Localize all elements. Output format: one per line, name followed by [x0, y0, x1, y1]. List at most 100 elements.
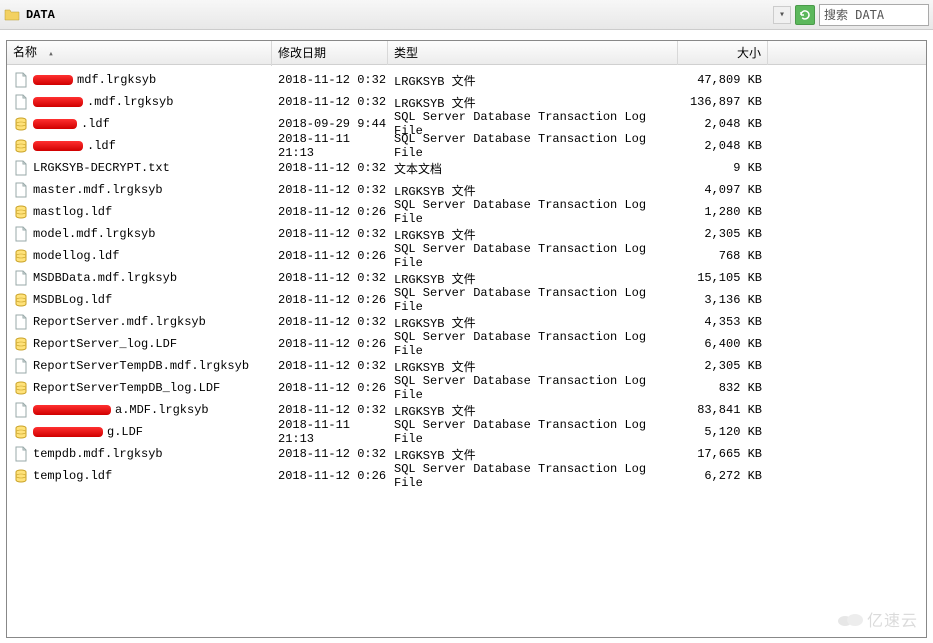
header-name[interactable]: 名称 ▴: [7, 40, 272, 66]
cell-date: 2018-09-29 9:44: [272, 117, 388, 131]
file-icon: [13, 314, 29, 330]
filename-text: .ldf: [81, 117, 110, 131]
cell-date: 2018-11-12 0:26: [272, 337, 388, 351]
cell-filename: ReportServerTempDB_log.LDF: [7, 380, 272, 396]
table-row[interactable]: modellog.ldf2018-11-12 0:26SQL Server Da…: [7, 245, 926, 267]
header-type[interactable]: 类型: [388, 41, 678, 65]
database-icon: [13, 292, 29, 308]
cell-date: 2018-11-12 0:32: [272, 95, 388, 109]
cell-date: 2018-11-12 0:32: [272, 161, 388, 175]
database-icon: [13, 468, 29, 484]
cell-date: 2018-11-12 0:32: [272, 183, 388, 197]
cell-date: 2018-11-12 0:26: [272, 249, 388, 263]
filename-text: .mdf.lrgksyb: [87, 95, 173, 109]
cell-filename: MSDBLog.ldf: [7, 292, 272, 308]
cell-size: 4,353 KB: [678, 315, 768, 329]
file-icon: [13, 182, 29, 198]
cell-size: 1,280 KB: [678, 205, 768, 219]
table-row[interactable]: mdf.lrgksyb2018-11-12 0:32LRGKSYB 文件47,8…: [7, 69, 926, 91]
cell-filename: mdf.lrgksyb: [7, 72, 272, 88]
folder-icon: [4, 7, 20, 23]
cell-type: SQL Server Database Transaction Log File: [388, 462, 678, 490]
file-icon: [13, 358, 29, 374]
table-row[interactable]: LRGKSYB-DECRYPT.txt2018-11-12 0:32文本文档9 …: [7, 157, 926, 179]
cell-filename: modellog.ldf: [7, 248, 272, 264]
filename-text: master.mdf.lrgksyb: [33, 183, 163, 197]
header-date[interactable]: 修改日期: [272, 41, 388, 65]
cell-date: 2018-11-11 21:13: [272, 418, 388, 446]
search-input[interactable]: 搜索 DATA: [819, 4, 929, 26]
cell-type: SQL Server Database Transaction Log File: [388, 132, 678, 160]
cell-size: 2,048 KB: [678, 117, 768, 131]
cell-type: SQL Server Database Transaction Log File: [388, 242, 678, 270]
cell-date: 2018-11-12 0:26: [272, 381, 388, 395]
table-row[interactable]: ReportServerTempDB_log.LDF 2018-11-12 0:2…: [7, 377, 926, 399]
filename-text: ReportServer.mdf.lrgksyb: [33, 315, 206, 329]
path-label: DATA: [24, 8, 55, 22]
cell-filename: MSDBData.mdf.lrgksyb: [7, 270, 272, 286]
table-row[interactable]: mastlog.ldf2018-11-12 0:26SQL Server Dat…: [7, 201, 926, 223]
filename-text: ReportServerTempDB_log.LDF: [33, 381, 220, 395]
cell-type: LRGKSYB 文件: [388, 314, 678, 331]
database-icon: [13, 380, 29, 396]
cell-size: 6,400 KB: [678, 337, 768, 351]
header-size[interactable]: 大小: [678, 41, 768, 65]
file-icon: [13, 402, 29, 418]
table-row[interactable]: templog.ldf 2018-11-12 0:26SQL Server Dat…: [7, 465, 926, 487]
cell-type: SQL Server Database Transaction Log File: [388, 374, 678, 402]
filename-text: a.MDF.lrgksyb: [115, 403, 209, 417]
table-row[interactable]: g.LDF2018-11-11 21:13SQL Server Database…: [7, 421, 926, 443]
redacted-text: [33, 75, 73, 85]
cell-filename: g.LDF: [7, 424, 272, 440]
cell-filename: ReportServer_log.LDF: [7, 336, 272, 352]
filename-text: templog.ldf: [33, 469, 112, 483]
cell-filename: .ldf: [7, 138, 272, 154]
redacted-text: [33, 141, 83, 151]
cell-date: 2018-11-12 0:32: [272, 359, 388, 373]
cell-size: 2,305 KB: [678, 227, 768, 241]
table-row[interactable]: .ldf2018-11-11 21:13SQL Server Database …: [7, 135, 926, 157]
cell-size: 832 KB: [678, 381, 768, 395]
redacted-text: [33, 119, 77, 129]
cell-filename: model.mdf.lrgksyb: [7, 226, 272, 242]
cell-filename: a.MDF.lrgksyb: [7, 402, 272, 418]
cell-date: 2018-11-12 0:26: [272, 469, 388, 483]
filename-text: tempdb.mdf.lrgksyb: [33, 447, 163, 461]
file-pane: 名称 ▴ 修改日期 类型 大小 mdf.lrgksyb2018-11-12 0:…: [6, 40, 927, 638]
cell-type: SQL Server Database Transaction Log File: [388, 286, 678, 314]
column-headers: 名称 ▴ 修改日期 类型 大小: [7, 41, 926, 65]
file-icon: [13, 160, 29, 176]
refresh-button[interactable]: [795, 5, 815, 25]
cell-size: 6,272 KB: [678, 469, 768, 483]
redacted-text: [33, 97, 83, 107]
cell-type: 文本文档: [388, 160, 678, 177]
table-row[interactable]: ReportServer_log.LDF2018-11-12 0:26SQL S…: [7, 333, 926, 355]
filename-text: LRGKSYB-DECRYPT.txt: [33, 161, 170, 175]
database-icon: [13, 424, 29, 440]
cell-date: 2018-11-12 0:32: [272, 227, 388, 241]
cell-filename: master.mdf.lrgksyb: [7, 182, 272, 198]
watermark: 亿速云: [835, 607, 918, 631]
cell-size: 83,841 KB: [678, 403, 768, 417]
search-placeholder: 搜索 DATA: [824, 6, 884, 23]
filename-text: ReportServerTempDB.mdf.lrgksyb: [33, 359, 249, 373]
cell-date: 2018-11-12 0:26: [272, 205, 388, 219]
cell-filename: LRGKSYB-DECRYPT.txt: [7, 160, 272, 176]
file-icon: [13, 94, 29, 110]
cell-size: 768 KB: [678, 249, 768, 263]
cell-size: 3,136 KB: [678, 293, 768, 307]
dropdown-button[interactable]: ▾: [773, 6, 791, 24]
cell-type: SQL Server Database Transaction Log File: [388, 198, 678, 226]
cell-size: 47,809 KB: [678, 73, 768, 87]
cell-date: 2018-11-12 0:26: [272, 293, 388, 307]
table-row[interactable]: MSDBLog.ldf 2018-11-12 0:26SQL Server Dat…: [7, 289, 926, 311]
cell-type: LRGKSYB 文件: [388, 402, 678, 419]
cell-size: 17,665 KB: [678, 447, 768, 461]
cell-date: 2018-11-12 0:32: [272, 73, 388, 87]
filename-text: MSDBLog.ldf: [33, 293, 112, 307]
cell-type: SQL Server Database Transaction Log File: [388, 330, 678, 358]
path-area[interactable]: DATA: [4, 7, 773, 23]
cell-size: 2,305 KB: [678, 359, 768, 373]
cell-type: LRGKSYB 文件: [388, 446, 678, 463]
address-toolbar: DATA ▾ 搜索 DATA: [0, 0, 933, 30]
